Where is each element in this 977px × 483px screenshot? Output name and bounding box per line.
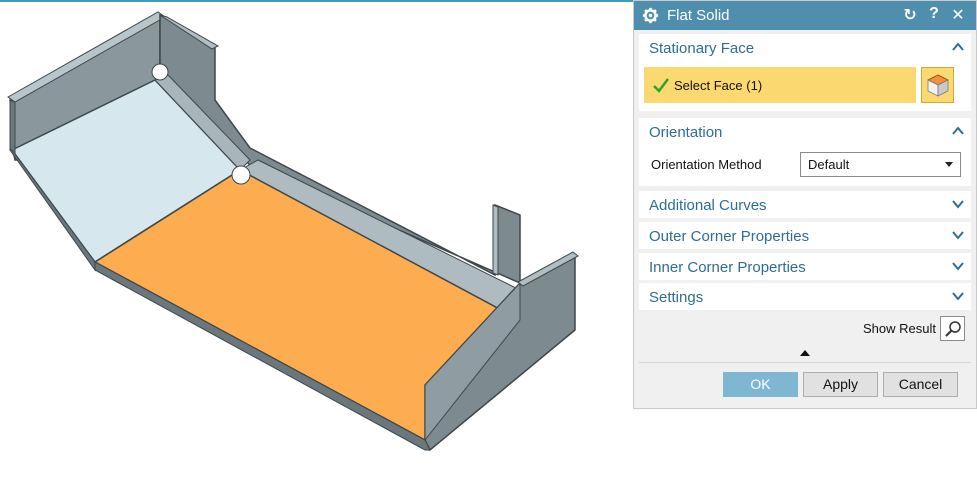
section-inner-corner-label: Inner Corner Properties bbox=[649, 259, 806, 276]
show-result-button[interactable] bbox=[940, 316, 965, 341]
section-inner-corner-properties[interactable]: Inner Corner Properties bbox=[639, 253, 971, 280]
dialog-title-bar[interactable]: Flat Solid ↻ ? ✕ bbox=[634, 1, 976, 30]
chevron-up-icon[interactable] bbox=[951, 124, 965, 138]
corner-relief-hole-middle[interactable] bbox=[231, 165, 251, 185]
orientation-method-value: Default bbox=[808, 157, 850, 172]
chevron-down-icon[interactable] bbox=[951, 259, 965, 273]
flat-solid-dialog: Flat Solid ↻ ? ✕ Stationary Face Select … bbox=[633, 0, 977, 409]
chevron-up-icon[interactable] bbox=[951, 40, 965, 54]
corner-relief-hole-top[interactable] bbox=[151, 63, 169, 81]
select-face-row[interactable]: Select Face (1) bbox=[644, 67, 916, 103]
close-icon[interactable]: ✕ bbox=[949, 5, 967, 25]
chevron-down-icon[interactable] bbox=[951, 289, 965, 303]
orientation-method-dropdown[interactable]: Default bbox=[800, 152, 961, 177]
section-stationary-face[interactable]: Stationary Face bbox=[639, 34, 971, 61]
section-stationary-face-label: Stationary Face bbox=[649, 40, 755, 57]
gear-icon[interactable] bbox=[642, 7, 659, 24]
select-face-label: Select Face (1) bbox=[674, 78, 763, 93]
help-icon[interactable]: ? bbox=[925, 5, 943, 25]
reset-icon[interactable]: ↻ bbox=[901, 5, 919, 25]
orientation-method-label: Orientation Method bbox=[651, 157, 762, 172]
section-outer-corner-label: Outer Corner Properties bbox=[649, 228, 810, 245]
dropdown-arrow-icon[interactable] bbox=[945, 162, 953, 167]
section-outer-corner-properties[interactable]: Outer Corner Properties bbox=[639, 222, 971, 249]
cancel-button[interactable]: Cancel bbox=[883, 372, 958, 397]
section-additional-curves-label: Additional Curves bbox=[649, 197, 767, 214]
graphics-viewport[interactable] bbox=[0, 2, 632, 483]
dialog-title: Flat Solid bbox=[667, 7, 730, 24]
apply-button[interactable]: Apply bbox=[803, 372, 878, 397]
part-notch-edge[interactable] bbox=[492, 204, 499, 276]
section-orientation[interactable]: Orientation bbox=[639, 118, 971, 145]
show-result-label: Show Result bbox=[863, 321, 936, 336]
face-cube-icon bbox=[927, 74, 949, 97]
chevron-down-icon[interactable] bbox=[951, 197, 965, 211]
checkmark-icon bbox=[653, 78, 669, 93]
chevron-down-icon[interactable] bbox=[951, 228, 965, 242]
ok-button[interactable]: OK bbox=[723, 372, 798, 397]
section-orientation-label: Orientation bbox=[649, 124, 723, 141]
section-settings[interactable]: Settings bbox=[639, 283, 971, 310]
collapse-footer-icon[interactable] bbox=[800, 350, 810, 356]
face-selection-button[interactable] bbox=[921, 67, 954, 103]
section-additional-curves[interactable]: Additional Curves bbox=[639, 191, 971, 218]
footer-divider bbox=[639, 362, 971, 363]
section-settings-label: Settings bbox=[649, 289, 704, 306]
magnifier-icon bbox=[945, 321, 961, 337]
